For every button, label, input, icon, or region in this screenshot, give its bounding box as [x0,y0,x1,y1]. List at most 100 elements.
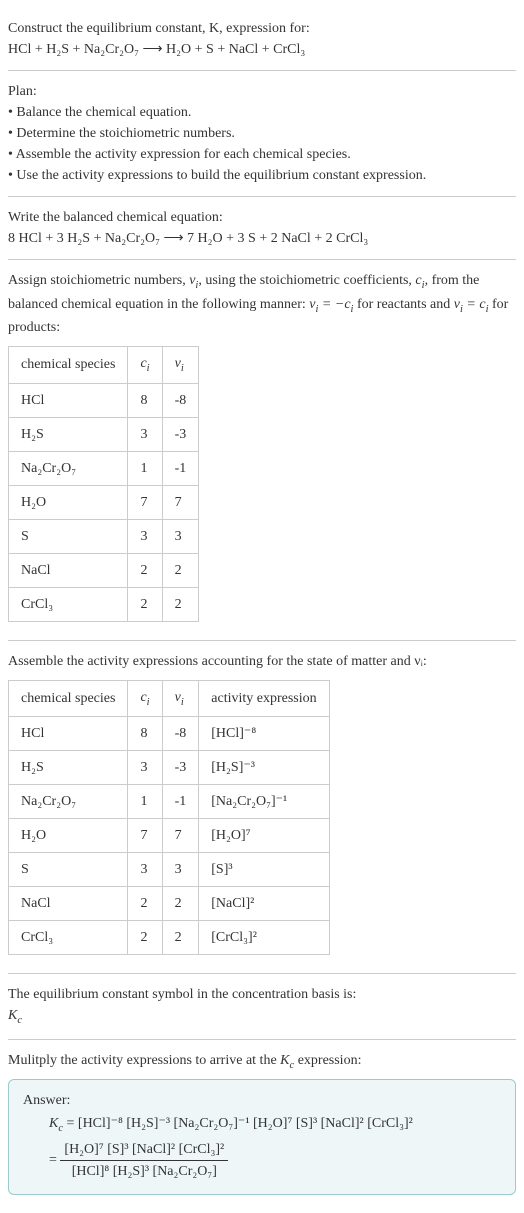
cell: 1 [128,785,162,819]
col-species: chemical species [9,347,128,384]
symbol-value: Kc [8,1005,516,1029]
prompt-line-1: Construct the equilibrium constant, K, e… [8,18,516,39]
cell: H₂S [9,417,128,451]
text: for reactants and [353,297,453,312]
fraction-denominator: [HCl]⁸ [H₂S]³ [Na₂Cr₂O₇] [60,1161,228,1182]
text: Mulitply the activity expressions to arr… [8,1053,280,1068]
nu-eq-c: νi = ci [454,297,489,312]
col-ci: ci [128,347,162,384]
answer-box: Answer: Kc = [HCl]⁻⁸ [H₂S]⁻³ [Na₂Cr₂O₇]⁻… [8,1079,516,1195]
cell: 2 [128,553,162,587]
cell: 3 [162,519,199,553]
cell: S [9,519,128,553]
table-row: H₂S3-3[H₂S]⁻³ [9,751,330,785]
plan-heading: Plan: [8,81,516,102]
cell: 7 [128,819,162,853]
prompt-equation: HCl + H₂S + Na₂Cr₂O₇ ⟶ H₂O + S + NaCl + … [8,39,516,60]
cell: -1 [162,451,199,485]
kc-symbol: Kc [49,1116,63,1131]
table-row: H₂O77 [9,485,199,519]
cell: Na₂Cr₂O₇ [9,785,128,819]
section-symbol: The equilibrium constant symbol in the c… [8,974,516,1040]
table-header-row: chemical species ci νi activity expressi… [9,680,330,717]
cell: 8 [128,383,162,417]
balanced-equation: 8 HCl + 3 H₂S + Na₂Cr₂O₇ ⟶ 7 H₂O + 3 S +… [8,228,516,249]
cell: 3 [162,853,199,887]
col-nui: νi [162,347,199,384]
cell: HCl [9,717,128,751]
cell: Na₂Cr₂O₇ [9,451,128,485]
plan-bullet-1: • Balance the chemical equation. [8,102,516,123]
table-row: HCl8-8[HCl]⁻⁸ [9,717,330,751]
nu-i: νi [189,273,198,288]
cell: [H₂O]⁷ [199,819,329,853]
cell: 7 [162,485,199,519]
cell: NaCl [9,887,128,921]
multiply-text: Mulitply the activity expressions to arr… [8,1050,516,1074]
col-nui: νi [162,680,199,717]
activity-table: chemical species ci νi activity expressi… [8,680,330,956]
cell: 2 [128,887,162,921]
answer-body: Kc = [HCl]⁻⁸ [H₂S]⁻³ [Na₂Cr₂O₇]⁻¹ [H₂O]⁷… [23,1113,501,1182]
cell: [NaCl]² [199,887,329,921]
text: Assign stoichiometric numbers, [8,273,189,288]
c-i: ci [415,273,424,288]
cell: S [9,853,128,887]
section-activity: Assemble the activity expressions accoun… [8,641,516,975]
table-row: S33 [9,519,199,553]
cell: 3 [128,853,162,887]
cell: -3 [162,751,199,785]
cell: 1 [128,451,162,485]
table-row: NaCl22 [9,553,199,587]
table-row: HCl8-8 [9,383,199,417]
table-row: Na₂Cr₂O₇1-1[Na₂Cr₂O₇]⁻¹ [9,785,330,819]
cell: -8 [162,717,199,751]
cell: H₂O [9,819,128,853]
cell: [Na₂Cr₂O₇]⁻¹ [199,785,329,819]
table-row: H₂S3-3 [9,417,199,451]
kc-symbol: Kc [8,1008,22,1023]
cell: 2 [128,587,162,621]
table-row: S33[S]³ [9,853,330,887]
cell: 2 [162,553,199,587]
cell: 2 [128,921,162,955]
cell: 2 [162,921,199,955]
section-prompt: Construct the equilibrium constant, K, e… [8,8,516,71]
cell: [HCl]⁻⁸ [199,717,329,751]
text: Construct the equilibrium constant, K, e… [8,21,310,36]
table-header-row: chemical species ci νi [9,347,199,384]
cell: HCl [9,383,128,417]
activity-paragraph: Assemble the activity expressions accoun… [8,651,516,672]
section-multiply: Mulitply the activity expressions to arr… [8,1040,516,1205]
cell: H₂S [9,751,128,785]
stoich-paragraph: Assign stoichiometric numbers, νi, using… [8,270,516,338]
table-row: CrCl₃22[CrCl₃]² [9,921,330,955]
text: expression: [294,1053,361,1068]
cell: 7 [128,485,162,519]
cell: 7 [162,819,199,853]
cell: 3 [128,751,162,785]
fraction-numerator: [H₂O]⁷ [S]³ [NaCl]² [CrCl₃]² [60,1139,228,1161]
section-balanced: Write the balanced chemical equation: 8 … [8,197,516,260]
section-plan: Plan: • Balance the chemical equation. •… [8,71,516,197]
cell: 8 [128,717,162,751]
equals: = [49,1153,60,1168]
text: , using the stoichiometric coefficients, [198,273,415,288]
balanced-label: Write the balanced chemical equation: [8,207,516,228]
cell: NaCl [9,553,128,587]
kc-symbol: Kc [280,1053,294,1068]
plan-bullet-2: • Determine the stoichiometric numbers. [8,123,516,144]
cell: 3 [128,519,162,553]
section-stoich: Assign stoichiometric numbers, νi, using… [8,260,516,641]
table-row: CrCl₃22 [9,587,199,621]
plan-bullet-4: • Use the activity expressions to build … [8,165,516,186]
answer-line-1: Kc = [HCl]⁻⁸ [H₂S]⁻³ [Na₂Cr₂O₇]⁻¹ [H₂O]⁷… [49,1113,501,1137]
cell: CrCl₃ [9,921,128,955]
nu-eq-neg-c: νi = −ci [309,297,353,312]
cell: H₂O [9,485,128,519]
table-row: H₂O77[H₂O]⁷ [9,819,330,853]
col-activity: activity expression [199,680,329,717]
text: = [HCl]⁻⁸ [H₂S]⁻³ [Na₂Cr₂O₇]⁻¹ [H₂O]⁷ [S… [63,1116,413,1131]
cell: -8 [162,383,199,417]
col-ci: ci [128,680,162,717]
